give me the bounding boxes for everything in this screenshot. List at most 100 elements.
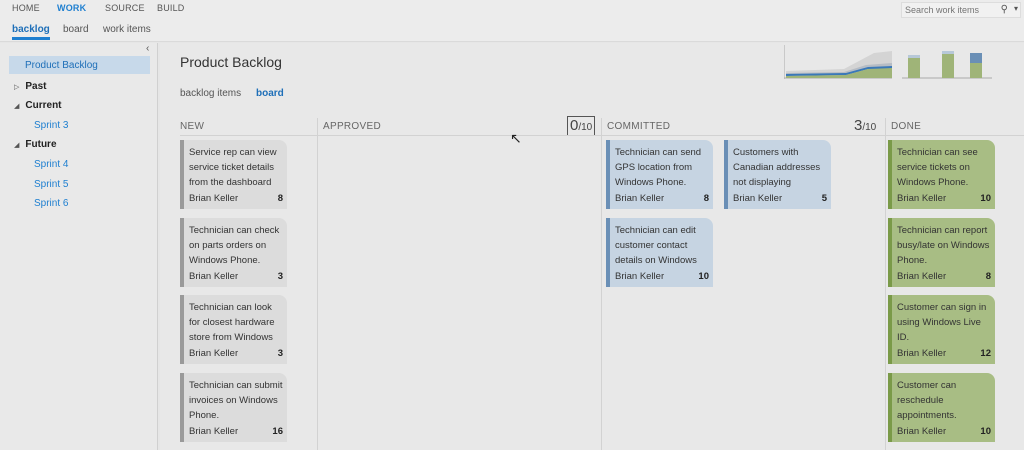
card-title: Customer can sign in using Windows Live … — [897, 302, 987, 343]
card-title: Technician can look for closest hardware… — [189, 302, 275, 343]
card-effort: 12 — [980, 348, 991, 359]
card-owner: Brian Keller — [897, 426, 947, 437]
sidebar-item-sprint-4[interactable]: Sprint 4 — [34, 159, 68, 170]
column-divider — [601, 118, 602, 450]
cumulative-flow-chart[interactable] — [784, 45, 892, 79]
subnav-work-items[interactable]: work items — [103, 24, 151, 35]
nav-home[interactable]: HOME — [12, 3, 40, 13]
collapse-arrow-icon[interactable]: ◢ — [14, 142, 19, 149]
collapse-sidebar-icon[interactable]: ‹ — [146, 43, 149, 54]
card-owner: Brian Keller — [189, 426, 239, 437]
search-icon[interactable]: ⚲ — [1001, 4, 1008, 15]
backlog-card[interactable]: Technician can look for closest hardware… — [180, 295, 287, 364]
backlog-card[interactable]: Technician can edit customer contact det… — [606, 218, 713, 287]
column-header-approved: APPROVED — [323, 121, 381, 132]
sidebar-group-label: Current — [25, 100, 62, 111]
card-stripe — [606, 140, 610, 209]
search-box: ⚲ ▾ — [901, 2, 1021, 18]
header-divider — [180, 135, 1024, 136]
card-stripe — [180, 373, 184, 442]
card-title: Technician can send GPS location from Wi… — [615, 147, 702, 188]
tab-backlog-items[interactable]: backlog items — [180, 88, 241, 99]
subnav-backlog[interactable]: backlog — [12, 24, 50, 35]
card-effort: 3 — [277, 348, 283, 359]
card-stripe — [888, 140, 892, 209]
card-effort: 8 — [277, 193, 283, 204]
mouse-cursor-icon: ↖ — [510, 130, 522, 146]
card-effort: 10 — [980, 426, 991, 437]
card-title: Customer can reschedule appointments. — [897, 380, 957, 421]
card-stripe — [180, 295, 184, 364]
card-owner: Brian Keller — [897, 348, 947, 359]
sidebar-group-label: Past — [25, 81, 47, 92]
card-owner: Brian Keller — [615, 193, 665, 204]
card-owner: Brian Keller — [189, 193, 239, 204]
card-owner: Brian Keller — [733, 193, 783, 204]
sidebar-item-sprint-6[interactable]: Sprint 6 — [34, 198, 68, 209]
sidebar-item-sprint-5[interactable]: Sprint 5 — [34, 179, 68, 190]
main-content: Product Backlog backlog items board NEW … — [160, 43, 1024, 450]
backlog-card[interactable]: Customers with Canadian addresses not di… — [724, 140, 831, 209]
chevron-down-icon[interactable]: ▾ — [1014, 4, 1018, 13]
top-navigation: HOME WORK SOURCE BUILD ⚲ ▾ — [0, 0, 1024, 18]
card-stripe — [888, 295, 892, 364]
backlog-card[interactable]: Technician can check on parts orders on … — [180, 218, 287, 287]
nav-source[interactable]: SOURCE — [105, 3, 145, 13]
sidebar-item-product-backlog[interactable]: Product Backlog — [9, 56, 150, 74]
card-stripe — [606, 218, 610, 287]
card-stripe — [888, 218, 892, 287]
card-stripe — [180, 218, 184, 287]
card-owner: Brian Keller — [897, 193, 947, 204]
sidebar-group-current[interactable]: ◢ Current — [14, 100, 62, 111]
card-title: Technician can edit customer contact det… — [615, 225, 697, 266]
backlog-card[interactable]: Service rep can view service ticket deta… — [180, 140, 287, 209]
card-stripe — [888, 373, 892, 442]
card-title: Technician can see service tickets on Wi… — [897, 147, 978, 188]
card-effort: 8 — [985, 271, 991, 282]
card-stripe — [180, 140, 184, 209]
card-title: Technician can report busy/late on Windo… — [897, 225, 990, 266]
sidebar-group-past[interactable]: ▷ Past — [14, 81, 47, 92]
card-title: Technician can submit invoices on Window… — [189, 380, 283, 421]
velocity-chart[interactable] — [902, 45, 992, 79]
collapse-arrow-icon[interactable]: ◢ — [14, 103, 19, 110]
wip-limit: /10 — [862, 122, 877, 133]
tab-board[interactable]: board — [256, 88, 284, 99]
backlog-card[interactable]: Technician can see service tickets on Wi… — [888, 140, 995, 209]
active-tab-indicator — [12, 37, 50, 40]
nav-build[interactable]: BUILD — [157, 3, 185, 13]
subnav-board[interactable]: board — [63, 24, 89, 35]
card-owner: Brian Keller — [615, 271, 665, 282]
card-owner: Brian Keller — [189, 348, 239, 359]
column-divider — [317, 118, 318, 450]
card-owner: Brian Keller — [189, 271, 239, 282]
column-header-new: NEW — [180, 121, 205, 132]
column-header-committed: COMMITTED — [607, 121, 671, 132]
search-input[interactable] — [905, 4, 995, 16]
wip-limit-committed[interactable]: 3/10 — [854, 117, 876, 134]
sidebar-group-label: Future — [25, 139, 57, 150]
wip-limit: /10 — [578, 122, 593, 133]
card-stripe — [724, 140, 728, 209]
backlog-card[interactable]: Technician can submit invoices on Window… — [180, 373, 287, 442]
column-divider — [885, 118, 886, 450]
backlog-card[interactable]: Technician can send GPS location from Wi… — [606, 140, 713, 209]
backlog-card[interactable]: Technician can report busy/late on Windo… — [888, 218, 995, 287]
card-effort: 3 — [277, 271, 283, 282]
card-title: Service rep can view service ticket deta… — [189, 147, 277, 188]
sidebar-item-sprint-3[interactable]: Sprint 3 — [34, 120, 68, 131]
backlog-card[interactable]: Customer can sign in using Windows Live … — [888, 295, 995, 364]
nav-work[interactable]: WORK — [57, 3, 86, 13]
sidebar-item-label: Product Backlog — [25, 60, 98, 71]
sub-navigation: backlog board work items — [0, 18, 1024, 42]
card-effort: 8 — [703, 193, 709, 204]
card-effort: 16 — [272, 426, 283, 437]
backlog-card[interactable]: Customer can reschedule appointments. Br… — [888, 373, 995, 442]
card-owner: Brian Keller — [897, 271, 947, 282]
expand-arrow-icon[interactable]: ▷ — [14, 84, 19, 91]
sidebar-group-future[interactable]: ◢ Future — [14, 139, 57, 150]
wip-limit-approved[interactable]: 0/10 — [567, 116, 596, 136]
card-title: Technician can check on parts orders on … — [189, 225, 280, 266]
page-title: Product Backlog — [180, 54, 282, 70]
card-title: Customers with Canadian addresses not di… — [733, 147, 821, 188]
